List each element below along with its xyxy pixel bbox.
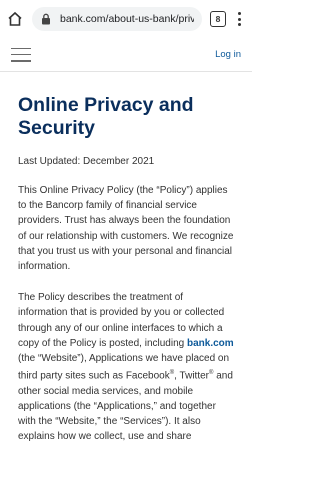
hamburger-menu-icon[interactable] <box>11 47 31 62</box>
page-title: Online Privacy and Security <box>18 94 194 139</box>
main-content: Online Privacy and Security Last Updated… <box>0 72 252 445</box>
tab-switcher-button[interactable]: 8 <box>210 11 226 27</box>
more-menu-icon[interactable] <box>232 10 246 28</box>
url-text: bank.com/about-us-bank/priv <box>60 13 194 25</box>
lock-icon <box>42 13 50 25</box>
browser-toolbar: bank.com/about-us-bank/priv 8 <box>0 0 252 38</box>
home-icon[interactable] <box>6 10 24 28</box>
last-updated: Last Updated: December 2021 <box>18 156 155 167</box>
intro-paragraph: This Online Privacy Policy (the “Policy”… <box>18 185 234 273</box>
policy-paragraph: The Policy describes the treatment of in… <box>18 292 234 443</box>
site-header: Log in <box>0 38 252 72</box>
address-bar[interactable]: bank.com/about-us-bank/priv <box>32 7 202 31</box>
login-link[interactable]: Log in <box>215 49 241 60</box>
bank-link[interactable]: bank.com <box>187 338 234 349</box>
